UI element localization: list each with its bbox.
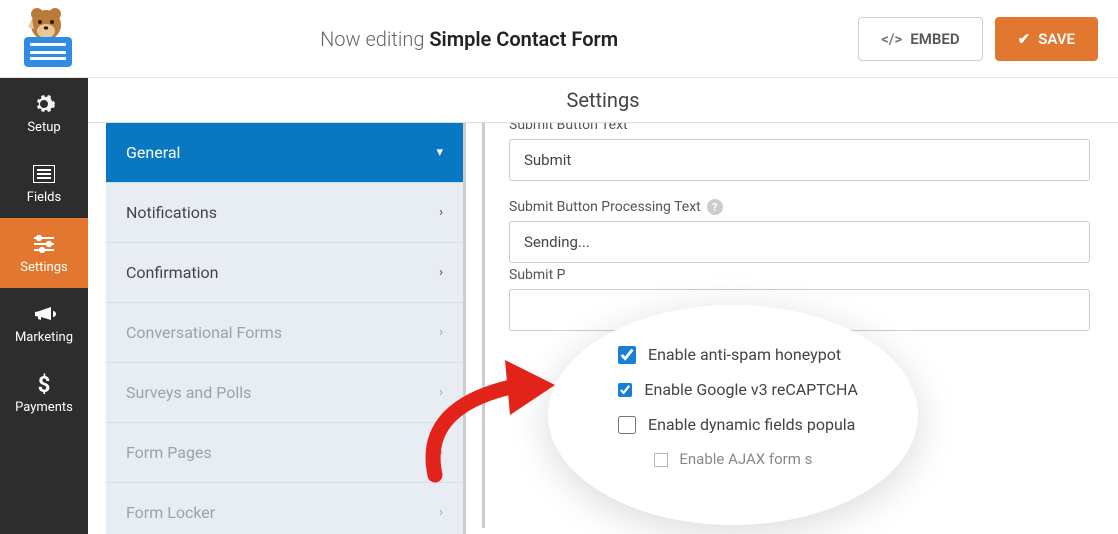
submit-partial-label: Submit P [509, 267, 565, 283]
check-icon: ✔ [1018, 30, 1031, 48]
list-icon [32, 162, 56, 186]
nav-settings[interactable]: Settings [0, 218, 88, 288]
settings-sublist: General ▾ Notifications › Confirmation ›… [106, 123, 466, 534]
spotlight-highlight: Enable anti-spam honeypot Enable Google … [548, 305, 918, 525]
leftnav: Setup Fields Settings Marketing $ Paymen… [0, 78, 88, 534]
help-icon[interactable]: ? [707, 199, 723, 215]
chevron-right-icon: › [439, 265, 443, 280]
sublist-form-pages[interactable]: Form Pages › [106, 423, 463, 483]
option-ajax-partial: Enable AJAX form s [608, 450, 858, 468]
chevron-right-icon: › [439, 325, 443, 340]
topbar: Now editing Simple Contact Form </> EMBE… [0, 0, 1118, 78]
topbar-actions: </> EMBED ✔ SAVE [858, 17, 1098, 61]
submit-text-input[interactable] [509, 139, 1090, 181]
dollar-icon: $ [32, 372, 56, 396]
svg-text:$: $ [38, 373, 51, 396]
option-dynamic-fields[interactable]: Enable dynamic fields popula [618, 415, 858, 434]
chevron-right-icon: › [439, 385, 443, 400]
chevron-right-icon: › [439, 205, 443, 220]
embed-button[interactable]: </> EMBED [858, 17, 982, 61]
sublist-general[interactable]: General ▾ [106, 123, 463, 183]
option-recaptcha[interactable]: Enable Google v3 reCAPTCHA [618, 380, 858, 399]
chevron-down-icon: ▾ [436, 145, 443, 160]
app-logo [20, 9, 80, 69]
sublist-surveys-polls[interactable]: Surveys and Polls › [106, 363, 463, 423]
section-title: Settings [88, 78, 1118, 123]
chevron-right-icon: › [439, 505, 443, 520]
gear-icon [32, 92, 56, 116]
sublist-conversational-forms[interactable]: Conversational Forms › [106, 303, 463, 363]
sublist-form-locker[interactable]: Form Locker › [106, 483, 463, 534]
sublist-confirmation[interactable]: Confirmation › [106, 243, 463, 303]
option-honeypot[interactable]: Enable anti-spam honeypot [618, 345, 858, 364]
submit-processing-label: Submit Button Processing Text ? [509, 199, 1090, 215]
checkbox-honeypot[interactable] [618, 346, 636, 364]
code-icon: </> [881, 30, 902, 48]
save-button[interactable]: ✔ SAVE [995, 17, 1098, 61]
submit-processing-input[interactable] [509, 221, 1090, 263]
bullhorn-icon [32, 302, 56, 326]
nav-marketing[interactable]: Marketing [0, 288, 88, 358]
nav-setup[interactable]: Setup [0, 78, 88, 148]
chevron-right-icon: › [439, 445, 443, 460]
nav-payments[interactable]: $ Payments [0, 358, 88, 428]
checkbox-recaptcha[interactable] [618, 381, 632, 399]
submit-text-label: Submit Button Text [509, 123, 1090, 133]
sublist-notifications[interactable]: Notifications › [106, 183, 463, 243]
editing-title: Now editing Simple Contact Form [80, 27, 858, 51]
checkbox-dynamic-fields[interactable] [618, 416, 636, 434]
sliders-icon [32, 232, 56, 256]
nav-fields[interactable]: Fields [0, 148, 88, 218]
